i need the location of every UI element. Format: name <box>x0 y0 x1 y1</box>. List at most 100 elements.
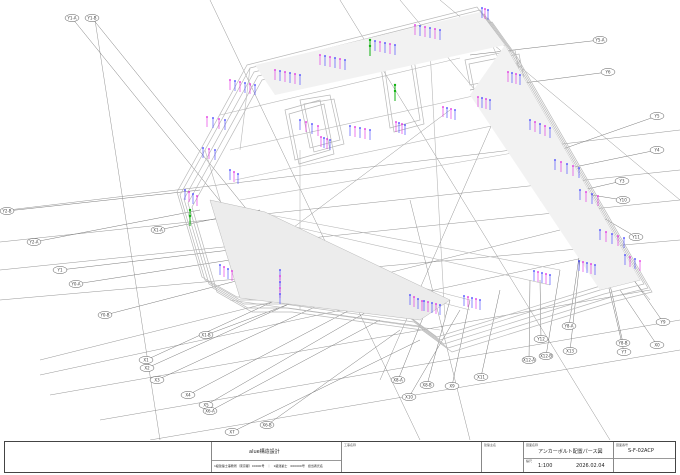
bolt-head <box>463 295 465 297</box>
anchor-bolt <box>229 79 231 90</box>
anchor-bolt <box>454 109 456 120</box>
bolt-head <box>611 233 613 235</box>
anchor-bolt <box>369 129 371 140</box>
bolt-head <box>442 106 444 108</box>
drawing-date: 2026.02.04 <box>576 463 605 469</box>
bolt-head <box>629 256 631 258</box>
grid-line <box>480 289 501 378</box>
bolt-head <box>192 193 194 195</box>
grid-label-bubble: Y2-A <box>26 238 42 246</box>
anchor-bolt <box>463 295 465 306</box>
bolt-head <box>284 71 286 73</box>
grid-line <box>266 329 401 426</box>
grid-label-bubble: X1-B <box>198 331 214 339</box>
bolt-head <box>414 24 416 26</box>
bolt-head <box>317 125 319 127</box>
drawing-label: 図面名称 <box>526 443 539 447</box>
bolt-head <box>409 294 411 296</box>
anchor-bolt <box>549 274 551 285</box>
bolt-head <box>229 169 231 171</box>
foundation-beam <box>239 67 251 151</box>
bolt-head <box>489 99 491 101</box>
bolt-head <box>224 119 226 121</box>
company-name: alue構造設計 <box>249 449 280 455</box>
bolt-head <box>401 123 403 125</box>
bolt-head <box>481 7 483 9</box>
bolt-head <box>279 275 281 277</box>
bolt-head <box>591 193 593 195</box>
grid-label-text: X12-A <box>523 357 535 362</box>
bolt-head <box>639 260 641 262</box>
grid-label-text: Y12 <box>536 336 545 341</box>
anchor-bolt <box>537 271 539 282</box>
bolt-head <box>471 297 473 299</box>
grid-label-bubble: X13 <box>562 347 578 355</box>
anchor-bolt <box>398 122 400 133</box>
grid-label-bubble: Y6 <box>600 68 616 76</box>
bolt-head <box>590 263 592 265</box>
bolt-head <box>394 44 396 46</box>
grid-label-text: X8-B <box>422 382 432 387</box>
grid-label-bubble: X1-A <box>150 226 166 234</box>
anchor-bolt <box>311 123 313 134</box>
bolt-head <box>305 121 307 123</box>
grid-label-text: Y1-A <box>66 15 76 20</box>
divider <box>614 458 675 459</box>
grid-label-bubble: X3 <box>149 376 165 384</box>
grid-label-text: Y8-A <box>563 323 573 328</box>
bolt-head <box>319 54 321 56</box>
anchor-bolt <box>533 270 535 281</box>
project-label: 工事名称 <box>344 443 357 447</box>
bolt-head <box>379 41 381 43</box>
bolt-head <box>369 129 371 131</box>
bolt-head <box>279 70 281 72</box>
grid-label-text: X10 <box>405 394 413 399</box>
bolt-head <box>219 264 221 266</box>
bolt-head <box>374 40 376 42</box>
bolt-head <box>427 301 429 303</box>
bolt-head <box>597 195 599 197</box>
drawing-number: S-F-02ACP <box>628 448 654 454</box>
grid-line <box>289 109 451 231</box>
grid-label-text: Y4 <box>654 147 660 152</box>
bolt-head <box>279 281 281 283</box>
grid-label-bubble: Y11 <box>628 233 644 241</box>
company-cell: alue構造設計 1級建築士事務所（東京都）00000号 ｜ 1級建築士 000… <box>212 442 342 472</box>
grid-line <box>99 319 680 421</box>
grid-line <box>104 279 241 316</box>
bolt-head <box>529 119 531 121</box>
anchor-bolt <box>349 125 351 136</box>
bolt-head <box>578 167 580 169</box>
grid-label-bubble: X9 <box>444 382 460 390</box>
grid-label-text: X2 <box>144 365 150 370</box>
company-detail: 1級建築士事務所（東京都）00000号 ｜ 1級建築士 000000号 担当者氏… <box>214 464 323 468</box>
bolt-head <box>279 287 281 289</box>
grid-line <box>94 19 161 440</box>
bolt-head <box>208 148 210 150</box>
grid-label-text: Y9 <box>660 319 666 324</box>
bolt-head <box>229 79 231 81</box>
drawing-title-cell: 図面名称 アンカーボルト配置パース図 縮尺 1:100 2026.02.04 <box>524 442 614 472</box>
bolt-head <box>599 229 601 231</box>
bolt-head <box>212 117 214 119</box>
grid-label-bubble: Y5-A <box>592 36 608 44</box>
bolt-head <box>188 191 190 193</box>
bolt-head <box>299 74 301 76</box>
grid-line <box>75 259 231 285</box>
anchor-bolt <box>233 171 235 182</box>
bolt-head <box>424 26 426 28</box>
bolt-head <box>393 89 397 93</box>
bolt-head <box>323 137 325 139</box>
bolt-head <box>435 303 437 305</box>
grid-label-bubble: Y10 <box>615 196 631 204</box>
grid-label-bubble: X8-A <box>390 376 406 384</box>
bolt-head <box>487 9 489 11</box>
grid-line <box>205 309 371 406</box>
bolt-head <box>515 73 517 75</box>
grid-label-text: X8-A <box>393 377 403 382</box>
grid-label-bubble: X1 <box>138 356 154 364</box>
grid-label-bubble: Y3 <box>614 177 630 185</box>
bolt-head <box>560 161 562 163</box>
anchor-bolt <box>299 119 301 130</box>
number-label: 図面番号 <box>616 443 629 447</box>
